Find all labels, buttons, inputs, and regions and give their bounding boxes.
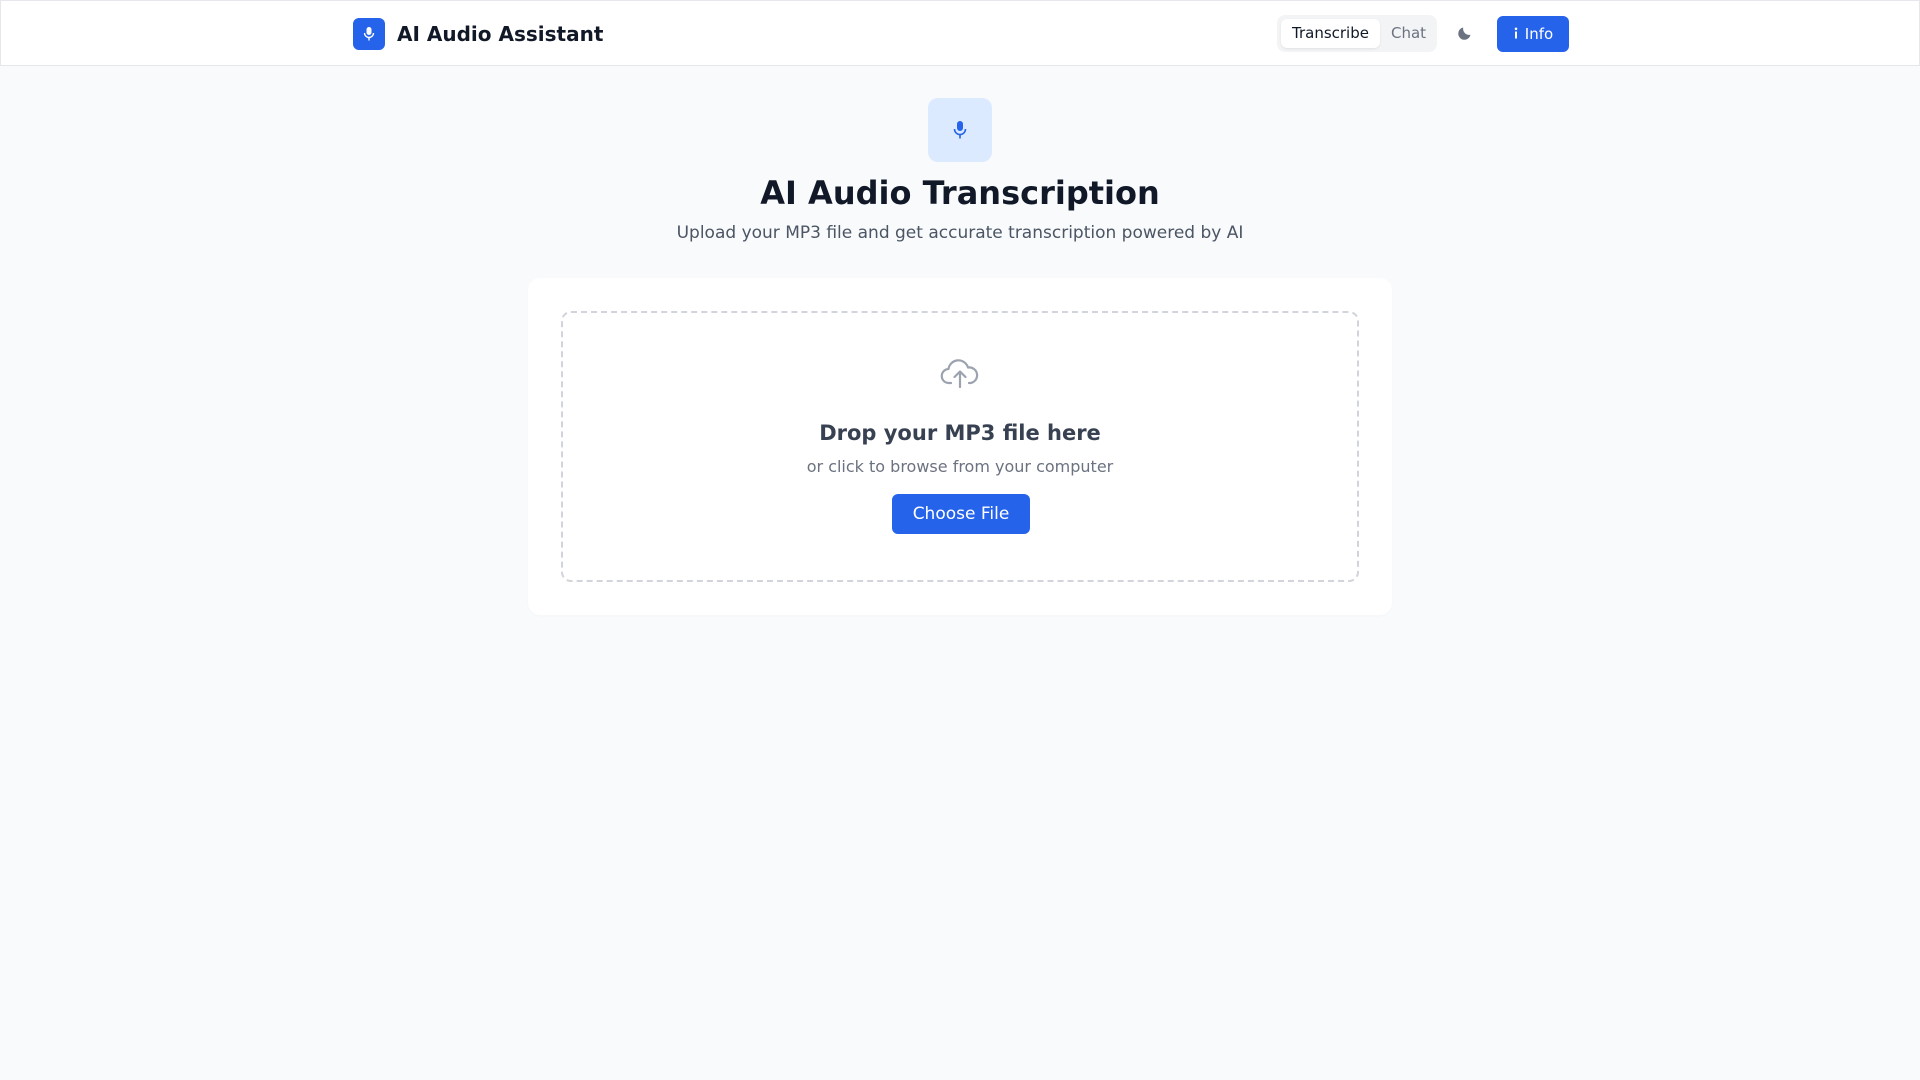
dropzone-title: Drop your MP3 file here	[819, 421, 1101, 445]
upload-card: Drop your MP3 file here or click to brow…	[528, 278, 1392, 615]
brand: AI Audio Assistant	[353, 18, 603, 50]
theme-toggle-button[interactable]	[1451, 21, 1481, 47]
hero-microphone-icon	[928, 98, 992, 162]
app-header: AI Audio Assistant Transcribe Chat Info	[0, 0, 1920, 66]
page-subtitle: Upload your MP3 file and get accurate tr…	[676, 223, 1244, 243]
page-title: AI Audio Transcription	[760, 174, 1160, 212]
info-icon	[1513, 25, 1525, 43]
dropzone-subtitle: or click to browse from your computer	[806, 457, 1114, 476]
app-title: AI Audio Assistant	[397, 22, 604, 46]
info-button[interactable]: Info	[1497, 16, 1569, 52]
moon-icon	[1457, 23, 1475, 45]
upload-cloud-icon	[563, 357, 1357, 389]
choose-file-button[interactable]: Choose File	[892, 494, 1030, 534]
file-dropzone[interactable]: Drop your MP3 file here or click to brow…	[561, 311, 1359, 582]
tab-transcribe[interactable]: Transcribe	[1281, 19, 1380, 48]
tab-chat[interactable]: Chat	[1380, 19, 1437, 48]
microphone-icon	[353, 18, 385, 50]
info-button-label: Info	[1524, 25, 1554, 43]
mode-tabs: Transcribe Chat	[1277, 15, 1437, 52]
